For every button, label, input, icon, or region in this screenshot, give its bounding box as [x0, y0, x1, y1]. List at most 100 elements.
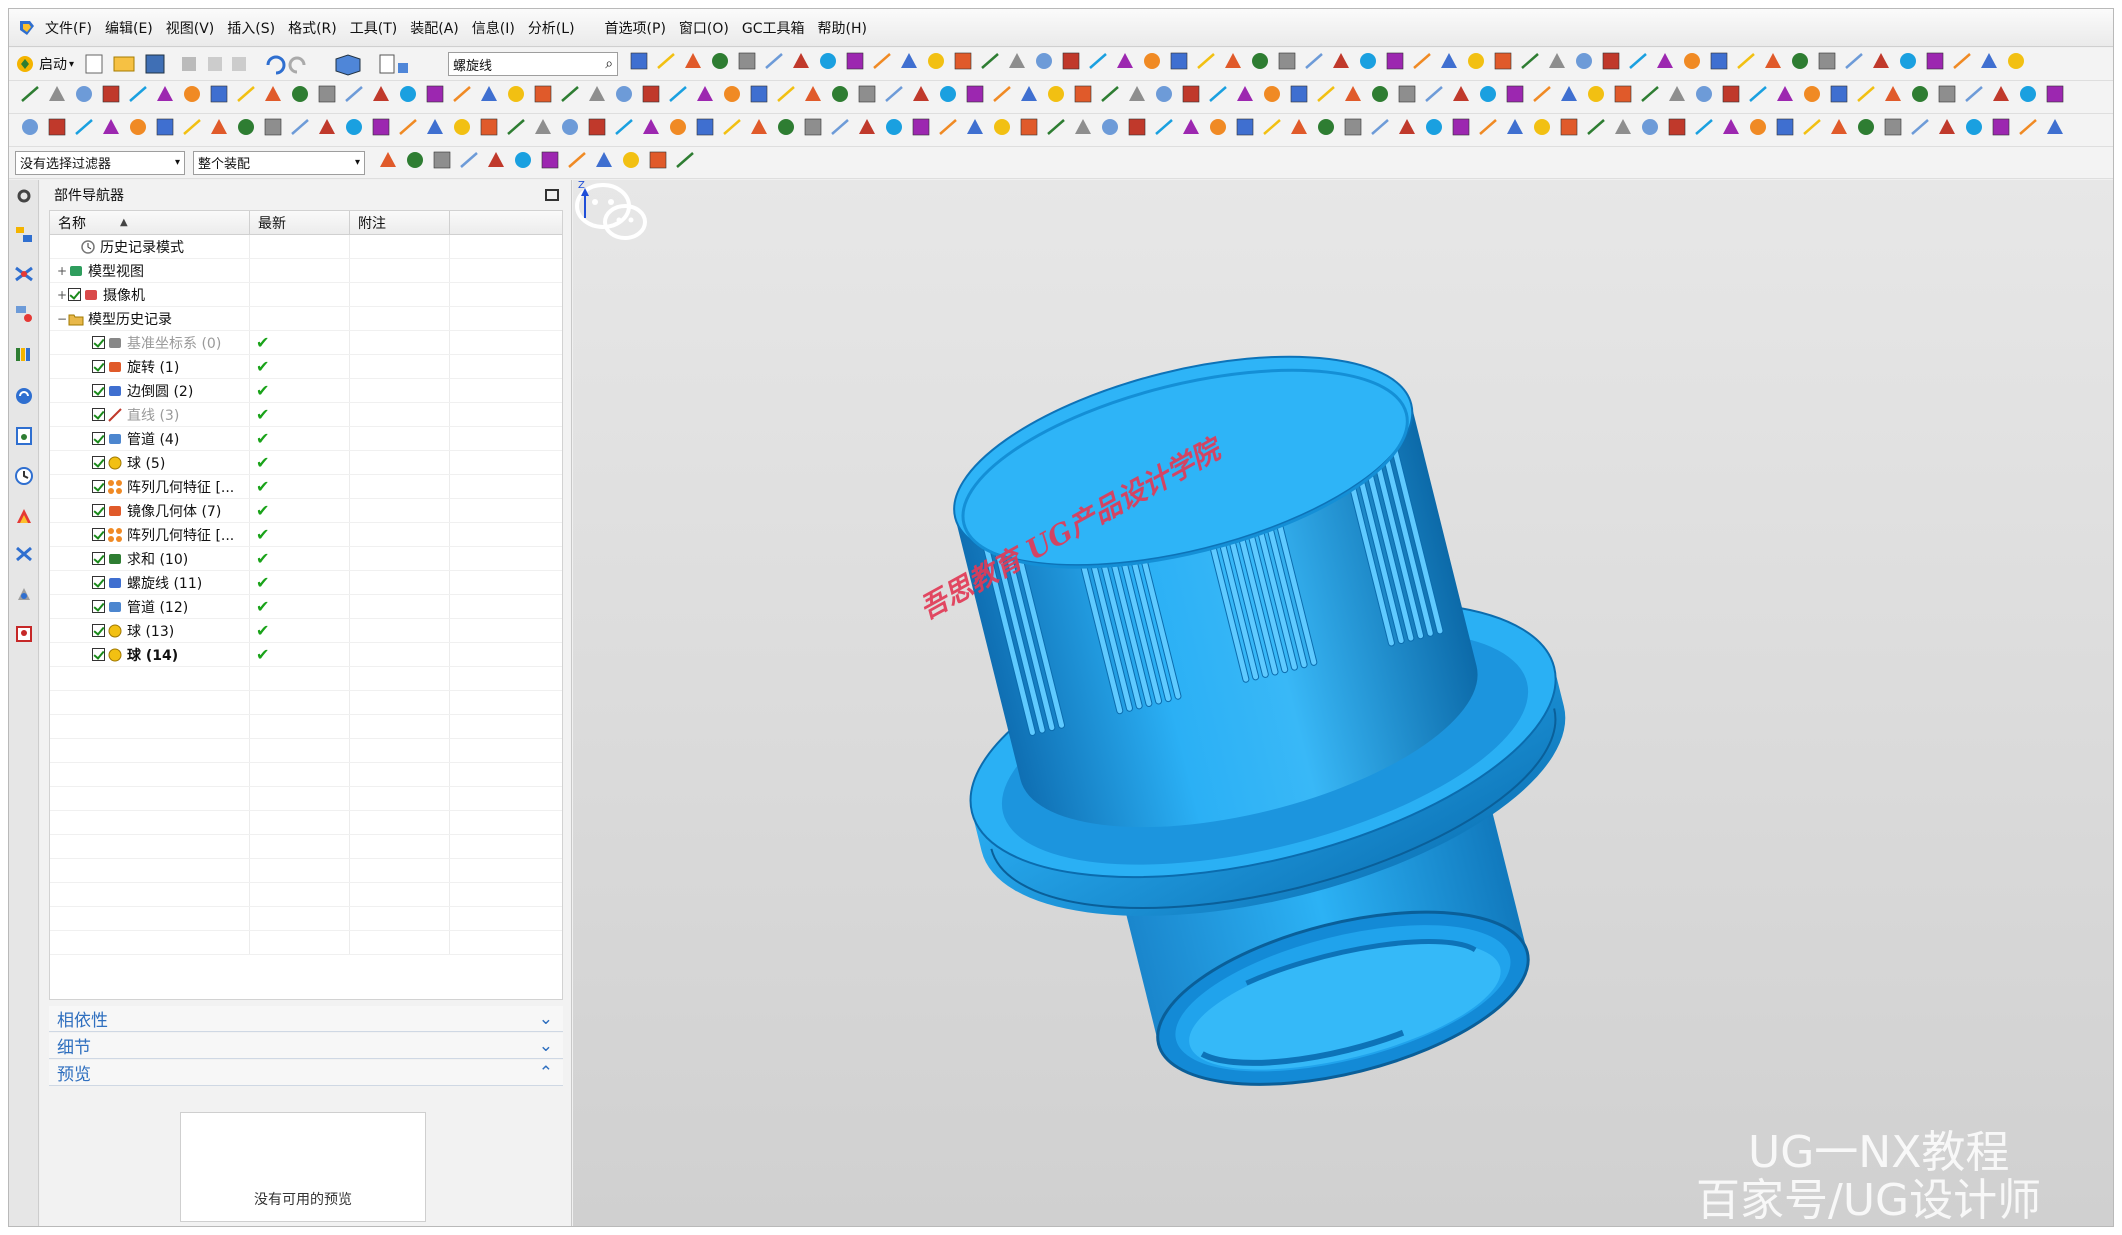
toolbar-button-icon[interactable] — [1360, 53, 1377, 69]
toolbar-button-icon[interactable] — [1614, 85, 1632, 103]
toolbar-button-icon[interactable] — [22, 119, 38, 135]
toolbar-button-icon[interactable] — [460, 152, 478, 168]
toolbar-button-icon[interactable] — [1036, 53, 1053, 69]
tree-row[interactable]: 基准坐标系 (0) ✔ — [50, 331, 562, 355]
toolbar-button-icon[interactable] — [805, 86, 821, 101]
toolbar-button-icon[interactable] — [1587, 119, 1605, 135]
command-finder-input[interactable]: 螺旋线 ⌕ — [448, 52, 619, 76]
toolbar-button-icon[interactable] — [562, 119, 578, 135]
toolbar-button-icon[interactable] — [318, 85, 336, 103]
expand-toggle-icon[interactable]: + — [56, 264, 68, 278]
toolbar-button-icon[interactable] — [1912, 86, 1928, 102]
menu-edit[interactable]: 编辑(E) — [105, 18, 153, 38]
toolbar-button-icon[interactable] — [1857, 86, 1875, 102]
visibility-checkbox[interactable] — [92, 552, 105, 565]
toolbar-button-icon[interactable] — [1873, 53, 1890, 68]
toolbar-button-icon[interactable] — [480, 118, 498, 136]
toolbar-button-icon[interactable] — [1264, 86, 1280, 102]
toolbar-button-icon[interactable] — [407, 152, 423, 168]
toolbar-button-icon[interactable] — [751, 119, 767, 134]
toolbar-button-icon[interactable] — [967, 119, 983, 134]
toolbar-button-icon[interactable] — [1804, 86, 1820, 102]
toolbar-button-icon[interactable] — [886, 119, 902, 135]
toolbar-button-icon[interactable] — [1684, 53, 1701, 69]
toolbar-button-icon[interactable] — [1534, 119, 1550, 135]
toolbar-button-icon[interactable] — [211, 119, 227, 134]
toolbar-button-icon[interactable] — [1453, 86, 1469, 101]
toolbar-button-icon[interactable] — [1156, 86, 1172, 102]
toolbar-button-icon[interactable] — [2008, 53, 2025, 69]
toolbar-button-icon[interactable] — [1333, 53, 1350, 68]
toolbar-button-icon[interactable] — [1468, 53, 1485, 69]
toolbar-button-icon[interactable] — [724, 86, 740, 102]
tree-row[interactable]: − 模型历史记录 — [50, 307, 562, 331]
toolbar-button-icon[interactable] — [939, 119, 957, 135]
system-materials-icon[interactable] — [14, 506, 34, 526]
feature-toolbar-icon-strip[interactable] — [15, 81, 2113, 113]
toolbar-button-icon[interactable] — [184, 86, 200, 102]
expand-toggle-icon[interactable]: − — [56, 312, 68, 326]
toolbar-button-icon[interactable] — [1953, 53, 1971, 69]
toolbar-button-icon[interactable] — [1965, 86, 1983, 102]
toolbar-button-icon[interactable] — [696, 118, 714, 136]
toolbar-button-icon[interactable] — [1305, 53, 1323, 69]
visibility-checkbox[interactable] — [92, 528, 105, 541]
toolbar-button-icon[interactable] — [777, 86, 795, 102]
toolbar-button-icon[interactable] — [1479, 119, 1497, 135]
tree-row[interactable]: 管道 (12) ✔ — [50, 595, 562, 619]
toolbar-button-icon[interactable] — [488, 152, 504, 167]
toolbar-button-icon[interactable] — [1009, 53, 1026, 68]
toolbar-button-icon[interactable] — [928, 53, 945, 69]
assembly-navigator-icon[interactable] — [14, 224, 34, 244]
toolbar-button-icon[interactable] — [712, 53, 729, 69]
toolbar-button-icon[interactable] — [453, 86, 471, 102]
toolbar-button-icon[interactable] — [1765, 53, 1782, 68]
tree-row[interactable]: 旋转 (1) ✔ — [50, 355, 562, 379]
toolbar-button-icon[interactable] — [1048, 86, 1064, 102]
toolbar-button-icon[interactable] — [237, 86, 255, 102]
menu-insert[interactable]: 插入(S) — [227, 18, 275, 38]
toolbar-button-icon[interactable] — [183, 119, 201, 135]
toolbar-button-icon[interactable] — [669, 86, 687, 102]
toolbar-button-icon[interactable] — [373, 86, 389, 101]
visibility-checkbox[interactable] — [92, 480, 105, 493]
toolbar-button-icon[interactable] — [130, 119, 146, 135]
tree-row[interactable]: 球 (13) ✔ — [50, 619, 562, 643]
toolbar-button-icon[interactable] — [1777, 86, 1793, 101]
toolbar-button-icon[interactable] — [319, 119, 335, 134]
toolbar-button-icon[interactable] — [561, 86, 579, 102]
toolbar-button-icon[interactable] — [685, 53, 702, 68]
selection-scope-dropdown[interactable]: 整个装配 ▾ — [193, 150, 365, 175]
toolbar-button-icon[interactable] — [765, 53, 783, 69]
menu-format[interactable]: 格式(R) — [288, 18, 337, 38]
menu-preferences[interactable]: 首选项(P) — [605, 18, 666, 38]
toolbar-button-icon[interactable] — [1413, 53, 1431, 69]
toolbar-button-icon[interactable] — [1981, 53, 1998, 68]
visibility-checkbox[interactable] — [92, 432, 105, 445]
toolbar-button-icon[interactable] — [508, 86, 524, 102]
toolbar-button-icon[interactable] — [1669, 86, 1685, 101]
visibility-checkbox[interactable] — [92, 576, 105, 589]
toolbar-button-icon[interactable] — [820, 53, 837, 69]
toolbar-button-icon[interactable] — [1372, 86, 1388, 102]
toolbar-button-icon[interactable] — [427, 119, 443, 134]
tree-row[interactable]: 管道 (4) ✔ — [50, 427, 562, 451]
toolbar-button-icon[interactable] — [966, 85, 984, 103]
toolbar-button-icon[interactable] — [1155, 119, 1173, 135]
toolbar-button-icon[interactable] — [399, 119, 417, 135]
toolbar-button-icon[interactable] — [1830, 85, 1848, 103]
toolbar-button-icon[interactable] — [1884, 118, 1902, 136]
toolbar-button-icon[interactable] — [433, 151, 451, 169]
toolbar-button-icon[interactable] — [1561, 86, 1577, 101]
toolbar-button-icon[interactable] — [954, 52, 972, 70]
column-header-note[interactable]: 附注 — [350, 211, 450, 234]
toolbar-button-icon[interactable] — [380, 152, 396, 167]
toolbar-button-icon[interactable] — [1129, 86, 1145, 101]
toolbar-button-icon[interactable] — [643, 119, 659, 134]
dependencies-panel-header[interactable]: 相依性 ⌄ — [49, 1006, 563, 1032]
toolbar-button-icon[interactable] — [994, 119, 1010, 135]
tree-row[interactable]: 球 (5) ✔ — [50, 451, 562, 475]
toolbar-button-icon[interactable] — [1885, 86, 1901, 101]
toolbar-button-icon[interactable] — [1399, 119, 1415, 134]
toolbar-button-icon[interactable] — [615, 119, 633, 135]
